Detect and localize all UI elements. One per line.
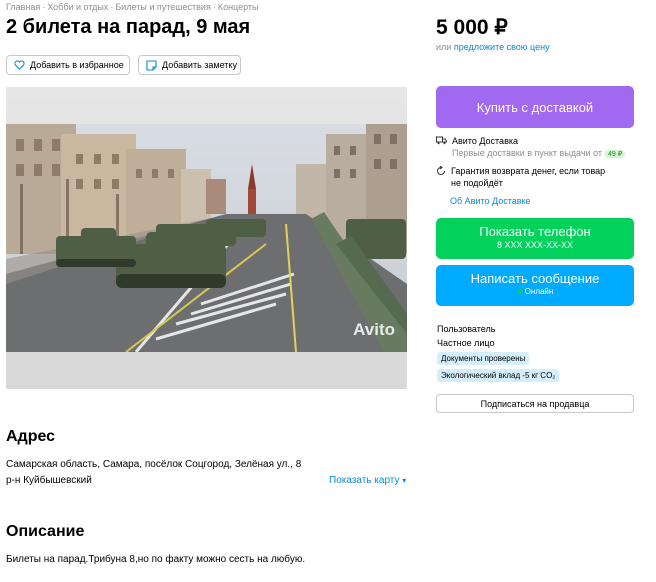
- breadcrumb-hobby[interactable]: Хобби и отдых: [47, 2, 108, 12]
- breadcrumb-separator: ·: [212, 2, 216, 12]
- docs-verified-tag: Документы проверены: [437, 352, 530, 365]
- add-note-label: Добавить заметку: [162, 60, 237, 70]
- description-text: Билеты на парад.Трибуна 8,но по факту мо…: [6, 554, 306, 565]
- delivery-info: Авито Доставка Первые доставки в пункт в…: [436, 136, 626, 158]
- breadcrumb-tickets[interactable]: Билеты и путешествия: [115, 2, 210, 12]
- show-phone-label: Показать телефон: [479, 224, 591, 239]
- delivery-price-badge: 49 ₽: [605, 150, 626, 158]
- seller-type: Частное лицо: [437, 338, 495, 348]
- heart-icon: [14, 60, 25, 71]
- add-to-favorites-label: Добавить в избранное: [30, 60, 124, 70]
- guarantee-line-2: не подойдёт: [451, 178, 503, 188]
- address-line-1: Самарская область, Самара, посёлок Соцго…: [6, 459, 302, 470]
- truck-icon: [436, 136, 447, 158]
- show-phone-button[interactable]: Показать телефон 8 XXX XXX-XX-XX: [436, 218, 634, 259]
- description-heading: Описание: [6, 523, 85, 540]
- breadcrumb-home[interactable]: Главная: [6, 2, 40, 12]
- online-status: Онлайн: [436, 287, 634, 296]
- breadcrumb-separator: ·: [110, 2, 114, 12]
- delivery-sub-text: Первые доставки в пункт выдачи от: [452, 148, 603, 158]
- breadcrumb: Главная · Хобби и отдых · Билеты и путешеств…: [6, 2, 259, 12]
- parade-tanks-image: [6, 124, 407, 352]
- delivery-title: Авито Доставка: [452, 136, 518, 146]
- subscribe-seller-button[interactable]: Подписаться на продавца: [436, 394, 634, 413]
- guarantee-info: Гарантия возврата денег, если товар не п…: [436, 165, 606, 188]
- phone-masked: 8 XXX XXX-XX-XX: [496, 240, 574, 250]
- delivery-subtitle: Первые доставки в пункт выдачи от 49 ₽: [452, 148, 626, 158]
- seller-name[interactable]: Пользователь: [437, 324, 495, 334]
- price-or-label: или: [436, 42, 452, 52]
- breadcrumb-separator: ·: [42, 2, 46, 12]
- breadcrumb-concerts[interactable]: Концерты: [218, 2, 259, 12]
- show-map-link[interactable]: Показать карту ▾: [329, 475, 406, 486]
- listing-photo[interactable]: Avito: [6, 124, 407, 352]
- show-map-label: Показать карту: [329, 475, 400, 486]
- photo-watermark: Avito: [353, 320, 395, 339]
- eco-contribution-tag[interactable]: Экологический вклад -5 кг CO₂: [437, 369, 560, 382]
- online-label: Онлайн: [524, 287, 554, 296]
- note-icon: [146, 59, 157, 71]
- online-dot-icon: [516, 289, 522, 294]
- add-note-button[interactable]: Добавить заметку: [138, 55, 241, 75]
- photo-gallery[interactable]: Avito: [6, 87, 407, 389]
- price: 5 000 ₽: [436, 16, 508, 39]
- write-message-button[interactable]: Написать сообщение Онлайн: [436, 265, 634, 306]
- offer-price-link[interactable]: предложите свою цену: [454, 42, 550, 52]
- write-message-label: Написать сообщение: [470, 271, 600, 286]
- page-title: 2 билета на парад, 9 мая: [6, 16, 251, 38]
- chevron-down-icon: ▾: [402, 476, 407, 485]
- address-district: р-н Куйбышевский: [6, 475, 92, 486]
- buy-with-delivery-button[interactable]: Купить с доставкой: [436, 86, 634, 128]
- add-to-favorites-button[interactable]: Добавить в избранное: [6, 55, 130, 75]
- price-offer: или предложите свою цену: [436, 42, 550, 52]
- address-heading: Адрес: [6, 428, 56, 445]
- refresh-icon: [436, 165, 446, 188]
- about-delivery-link[interactable]: Об Авито Доставке: [450, 196, 531, 206]
- guarantee-line-1: Гарантия возврата денег, если товар: [451, 166, 606, 176]
